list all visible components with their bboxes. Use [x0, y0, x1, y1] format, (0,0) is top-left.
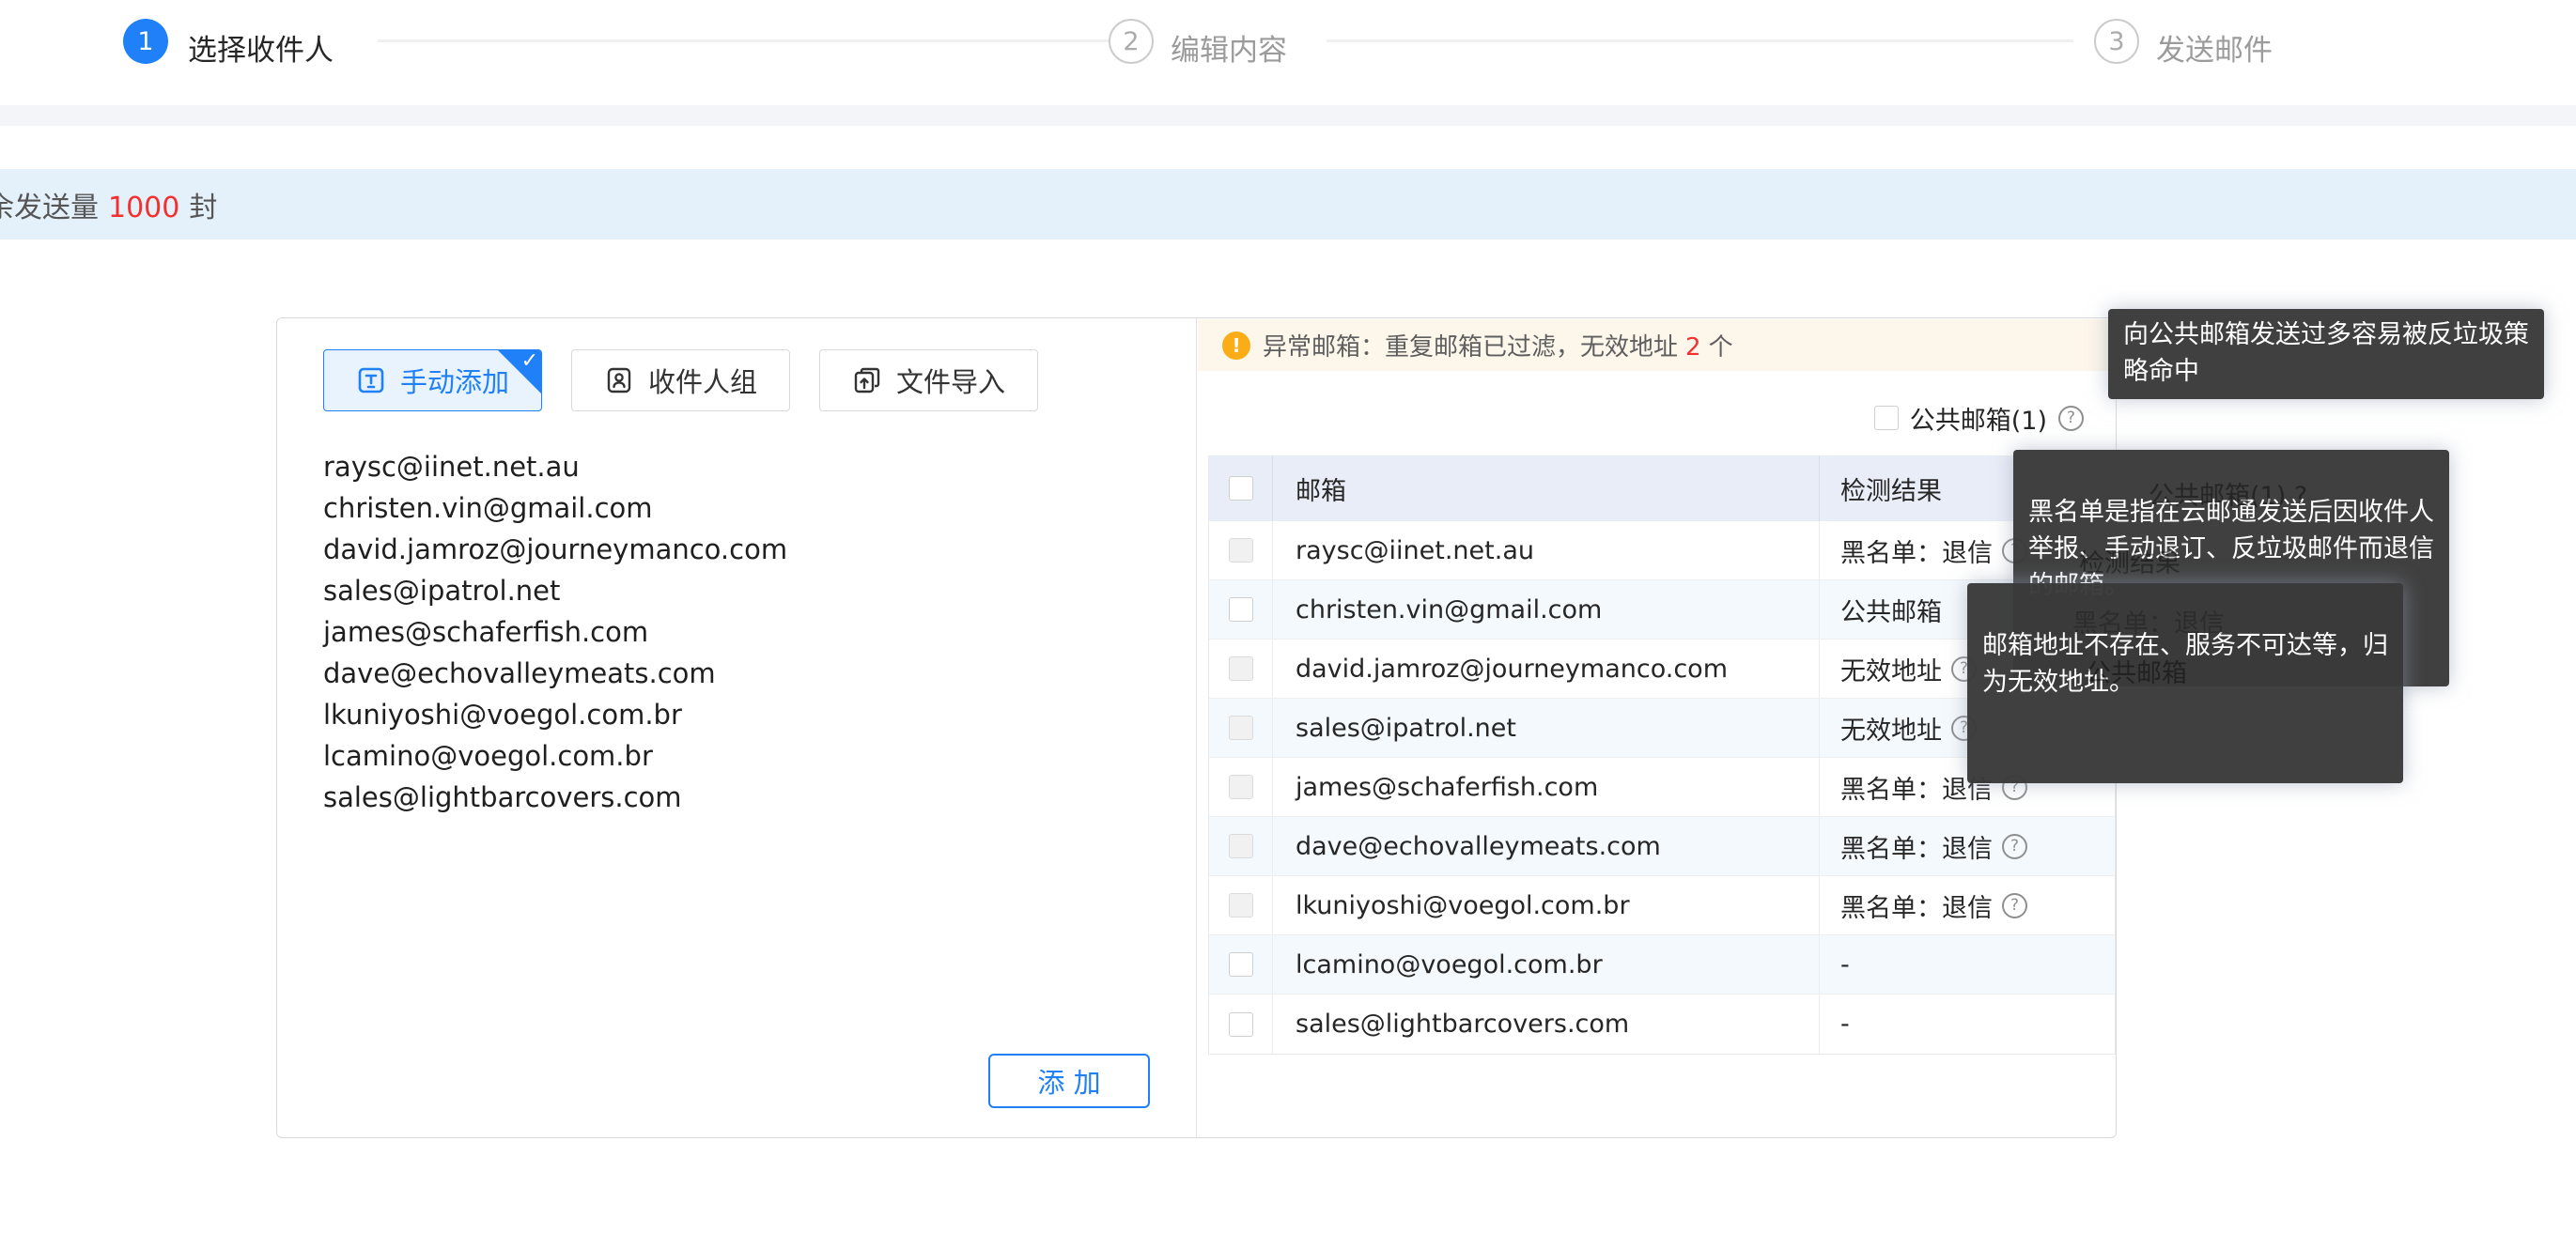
warning-unit: 个: [1709, 333, 1733, 362]
panel-divider: [1196, 318, 1197, 1137]
row-email: sales@ipatrol.net: [1272, 699, 1819, 757]
row-result: 黑名单：退信: [1840, 828, 1993, 865]
public-mailbox-filter: 公共邮箱(1) ?: [1874, 397, 2084, 439]
send-mail-wizard-page: 1 选择收件人 2 编辑内容 3 发送邮件 余发送量1000封 手动添加: [0, 0, 2576, 1249]
row-checkbox: [1229, 834, 1253, 858]
step-connector: [1327, 39, 2073, 42]
table-row: raysc@iinet.net.au黑名单：退信?: [1209, 521, 2115, 580]
table-row: lcamino@voegol.com.br-: [1209, 935, 2115, 995]
tooltip-text: 邮箱地址不存在、服务不可达等，归 为无效地址。: [1982, 631, 2388, 697]
tab-label: 手动添加: [400, 361, 509, 400]
recipient-group-icon: [604, 365, 634, 395]
help-icon[interactable]: ?: [2058, 406, 2084, 431]
row-result: 无效地址: [1840, 651, 1942, 687]
column-header-email: 邮箱: [1272, 455, 1819, 521]
quota-prefix: 余发送量: [0, 192, 99, 224]
row-email: lkuniyoshi@voegol.com.br: [1272, 876, 1819, 934]
email-line: christen.vin@gmail.com: [323, 487, 1150, 529]
email-line: lkuniyoshi@voegol.com.br: [323, 694, 1150, 735]
row-checkbox[interactable]: [1229, 1012, 1253, 1037]
quota-amount: 1000: [99, 192, 189, 224]
public-mailbox-label[interactable]: 公共邮箱(1): [1910, 400, 2047, 437]
row-result: 黑名单：退信: [1840, 532, 1993, 569]
row-email: sales@lightbarcovers.com: [1272, 995, 1819, 1054]
table-row: sales@lightbarcovers.com-: [1209, 995, 2115, 1054]
step-connector: [378, 39, 1116, 42]
row-checkbox[interactable]: [1229, 597, 1253, 622]
table-header: 邮箱 检测结果: [1209, 455, 2115, 521]
step-3-label: 发送邮件: [2156, 26, 2273, 69]
row-result: -: [1840, 950, 1850, 979]
email-line: david.jamroz@journeymanco.com: [323, 529, 1150, 570]
warning-count: 2: [1678, 333, 1709, 362]
row-result: -: [1840, 1010, 1850, 1039]
row-email: raysc@iinet.net.au: [1272, 521, 1819, 579]
divider-strip: [0, 105, 2576, 126]
row-checkbox: [1229, 775, 1253, 799]
row-email: james@schaferfish.com: [1272, 758, 1819, 816]
warning-icon: !: [1222, 332, 1250, 360]
quota-text: 余发送量1000封: [0, 184, 217, 225]
row-checkbox[interactable]: [1229, 952, 1253, 977]
tooltip-public-mailbox: 向公共邮箱发送过多容易被反垃圾策 略命中: [2108, 309, 2544, 399]
warning-text: 异常邮箱：重复邮箱已过滤，无效地址2个: [1263, 328, 1733, 362]
quota-suffix: 封: [189, 192, 217, 224]
table-row: dave@echovalleymeats.com 黑名单：退信?: [1209, 817, 2115, 876]
row-result: 公共邮箱: [1840, 592, 1942, 628]
row-checkbox: [1229, 893, 1253, 917]
stepper: 1 选择收件人 2 编辑内容 3 发送邮件: [0, 0, 2576, 103]
step-3-circle: 3: [2094, 19, 2139, 64]
tooltip-invalid-address: 邮箱地址不存在、服务不可达等，归 为无效地址。 黑名单：退信 公共邮箱: [1967, 583, 2403, 783]
check-icon: ✓: [521, 349, 538, 373]
email-line: james@schaferfish.com: [323, 611, 1150, 653]
row-checkbox: [1229, 656, 1253, 681]
step-2-circle: 2: [1109, 19, 1154, 64]
row-email: dave@echovalleymeats.com: [1272, 817, 1819, 875]
table-row: lkuniyoshi@voegol.com.br 黑名单：退信?: [1209, 876, 2115, 935]
row-checkbox: [1229, 716, 1253, 740]
input-method-tabs: 手动添加 ✓ 收件人组 文件导入: [323, 349, 1038, 411]
step-1-circle: 1: [123, 19, 168, 64]
email-line: dave@echovalleymeats.com: [323, 653, 1150, 694]
file-import-icon: [852, 365, 882, 395]
row-email: christen.vin@gmail.com: [1272, 580, 1819, 639]
select-all-checkbox[interactable]: [1229, 476, 1253, 501]
help-icon[interactable]: ?: [2002, 834, 2027, 859]
tab-recipient-group[interactable]: 收件人组: [571, 349, 790, 411]
tab-manual-add[interactable]: 手动添加 ✓: [323, 349, 542, 411]
quota-bar: 余发送量1000封: [0, 169, 2576, 239]
email-line: raysc@iinet.net.au: [323, 446, 1150, 487]
row-result: 黑名单：退信: [1840, 887, 1993, 924]
step-1-label: 选择收件人: [188, 26, 334, 69]
add-button[interactable]: 添 加: [988, 1054, 1150, 1108]
tab-file-import[interactable]: 文件导入: [819, 349, 1038, 411]
recipient-panel: 手动添加 ✓ 收件人组 文件导入 ray: [276, 317, 2117, 1138]
email-line: lcamino@voegol.com.br: [323, 735, 1150, 777]
row-email: david.jamroz@journeymanco.com: [1272, 640, 1819, 698]
warning-bar: ! 异常邮箱：重复邮箱已过滤，无效地址2个: [1198, 319, 2116, 371]
help-icon[interactable]: ?: [2002, 893, 2027, 918]
email-line: sales@lightbarcovers.com: [323, 777, 1150, 818]
row-result: 无效地址: [1840, 710, 1942, 747]
public-mailbox-checkbox[interactable]: [1874, 406, 1899, 430]
warning-message: 异常邮箱：重复邮箱已过滤，无效地址: [1263, 333, 1678, 362]
row-email: lcamino@voegol.com.br: [1272, 935, 1819, 994]
email-line: sales@ipatrol.net: [323, 570, 1150, 611]
tab-label: 收件人组: [648, 361, 757, 400]
tab-label: 文件导入: [896, 361, 1005, 400]
step-2-label: 编辑内容: [1171, 26, 1287, 69]
email-textarea[interactable]: raysc@iinet.net.auchristen.vin@gmail.com…: [323, 446, 1150, 972]
manual-add-icon: [356, 365, 386, 395]
row-checkbox: [1229, 538, 1253, 563]
